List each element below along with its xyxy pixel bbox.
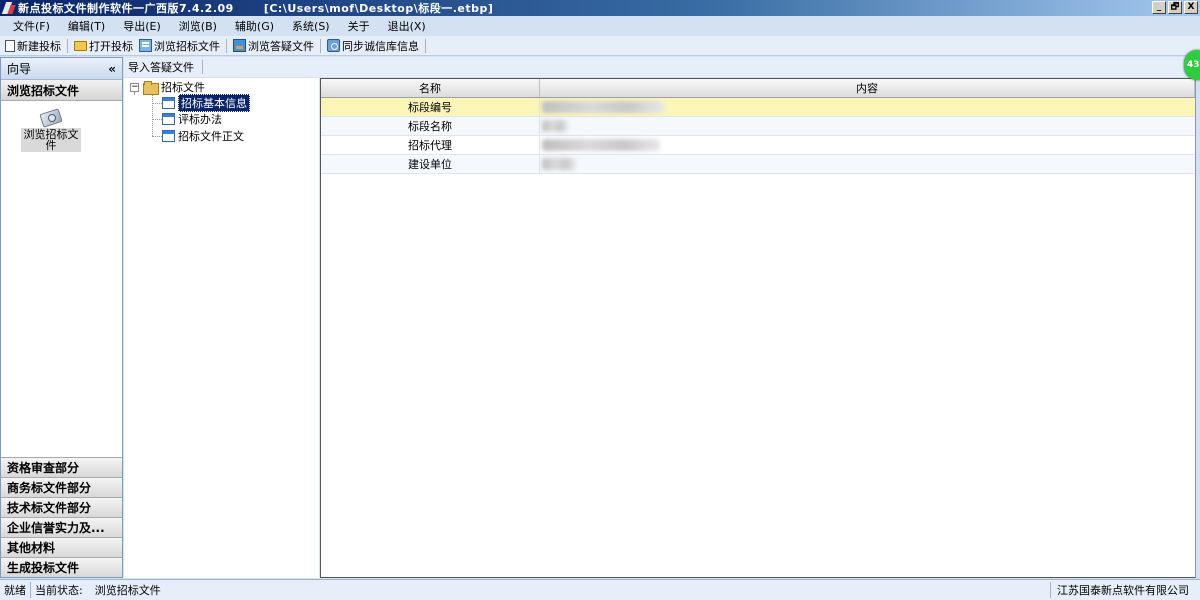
- toolbar-separator: [67, 38, 68, 53]
- row-content-cell[interactable]: [540, 155, 1195, 173]
- row-content-cell[interactable]: [540, 136, 1195, 154]
- window-file-path: [C:\Users\mof\Desktop\标段一.etbp]: [263, 2, 494, 15]
- browse-tender-tile-label: 浏览招标文件: [21, 128, 81, 152]
- new-bid-label: 新建投标: [17, 39, 61, 53]
- window-title: 新点投标文件制作软件一广西版7.4.2.09: [18, 2, 234, 15]
- sync-credit-label: 同步诚信库信息: [342, 39, 419, 53]
- table-row[interactable]: 建设单位: [321, 155, 1195, 174]
- title-bar: 新点投标文件制作软件一广西版7.4.2.09 [C:\Users\mof\Des…: [0, 0, 1200, 16]
- status-current-value: 浏览招标文件: [94, 584, 161, 597]
- menu-exit[interactable]: 退出(X): [379, 18, 435, 34]
- grid-header: 名称 内容: [321, 79, 1195, 98]
- menu-file[interactable]: 文件(F): [4, 18, 59, 34]
- document-icon: [162, 113, 175, 125]
- floating-badge[interactable]: 43: [1184, 50, 1200, 80]
- tree-node-root[interactable]: − 招标文件: [130, 79, 205, 95]
- column-header-content[interactable]: 内容: [540, 79, 1195, 97]
- menu-bar: 文件(F) 编辑(T) 导出(E) 浏览(B) 辅助(G) 系统(S) 关于 退…: [0, 16, 1200, 36]
- tree-line: [152, 119, 162, 120]
- sub-toolbar: 导入答疑文件: [124, 57, 1190, 77]
- row-content-cell[interactable]: [540, 117, 1195, 135]
- tree-node-tender-body[interactable]: 招标文件正文: [162, 128, 244, 144]
- new-document-icon: [5, 39, 15, 52]
- row-name-cell: 建设单位: [321, 155, 540, 173]
- tree-line: [152, 103, 162, 104]
- status-company: 江苏国泰新点软件有限公司: [1050, 582, 1189, 598]
- menu-system[interactable]: 系统(S): [283, 18, 339, 34]
- document-icon: [162, 130, 175, 142]
- sidebar-section-browse-tender[interactable]: 浏览招标文件: [1, 80, 122, 101]
- tree-node-root-label: 招标文件: [161, 81, 205, 94]
- toolbar-separator: [320, 38, 321, 53]
- browse-tender-button[interactable]: 浏览招标文件: [136, 37, 223, 55]
- tree-line: [152, 136, 162, 137]
- column-header-name[interactable]: 名称: [321, 79, 540, 97]
- toolbar-separator: [202, 60, 203, 74]
- status-ready: 就绪: [0, 582, 31, 598]
- menu-assist[interactable]: 辅助(G): [226, 18, 283, 34]
- browse-qa-button[interactable]: 浏览答疑文件: [230, 37, 317, 55]
- browse-tender-label: 浏览招标文件: [154, 39, 220, 53]
- tree-node-label: 招标文件正文: [178, 130, 244, 143]
- qa-document-icon: [233, 39, 246, 52]
- window-controls: _ 🗗 X: [1152, 1, 1198, 14]
- sidebar-header: 向导 «: [1, 58, 122, 80]
- document-tree: − 招标文件 招标基本信息 评标办法 招标文件正文: [124, 78, 319, 578]
- document-edit-icon: [139, 39, 152, 52]
- new-bid-button[interactable]: 新建投标: [2, 37, 64, 55]
- status-bar: 就绪 当前状态: 浏览招标文件 江苏国泰新点软件有限公司: [0, 579, 1200, 600]
- redacted-value: [542, 139, 660, 151]
- sidebar-sections: 资格审查部分 商务标文件部分 技术标文件部分 企业信誉实力及... 其他材料 生…: [1, 457, 122, 577]
- sidebar-section-technical[interactable]: 技术标文件部分: [1, 497, 122, 517]
- collapse-node-button[interactable]: −: [130, 82, 139, 92]
- sidebar-section-other[interactable]: 其他材料: [1, 537, 122, 557]
- folder-icon: [143, 81, 159, 95]
- sync-icon: [327, 39, 340, 52]
- table-row[interactable]: 标段名称: [321, 117, 1195, 136]
- toolbar-separator: [425, 38, 426, 53]
- redacted-value: [542, 120, 568, 132]
- collapse-sidebar-button[interactable]: «: [108, 62, 116, 76]
- sidebar-section-qualification[interactable]: 资格审查部分: [1, 457, 122, 477]
- main-toolbar: 新建投标 打开投标 浏览招标文件 浏览答疑文件 同步诚信库信息: [0, 36, 1200, 56]
- browse-qa-label: 浏览答疑文件: [248, 39, 314, 53]
- restore-button[interactable]: 🗗: [1168, 1, 1182, 14]
- table-row[interactable]: 招标代理: [321, 136, 1195, 155]
- row-name-cell: 招标代理: [321, 136, 540, 154]
- info-grid: 名称 内容 标段编号 标段名称 招标代理 建设单位: [320, 78, 1196, 578]
- app-logo-icon: [2, 1, 16, 15]
- table-row[interactable]: 标段编号: [321, 98, 1195, 117]
- tender-file-icon: [40, 108, 62, 126]
- folder-open-icon: [74, 40, 87, 51]
- document-icon: [162, 97, 175, 109]
- redacted-value: [542, 101, 664, 113]
- minimize-button[interactable]: _: [1152, 1, 1166, 14]
- status-current-label: 当前状态:: [35, 584, 83, 597]
- wizard-sidebar: 向导 « 浏览招标文件 浏览招标文件 资格审查部分 商务标文件部分 技术标文件部…: [0, 57, 123, 578]
- tree-node-label: 评标办法: [178, 113, 222, 126]
- menu-edit[interactable]: 编辑(T): [59, 18, 114, 34]
- tree-node-evaluation-method[interactable]: 评标办法: [162, 111, 222, 127]
- browse-tender-tile[interactable]: 浏览招标文件: [21, 108, 81, 152]
- sidebar-section-generate[interactable]: 生成投标文件: [1, 557, 122, 577]
- menu-browse[interactable]: 浏览(B): [170, 18, 226, 34]
- close-button[interactable]: X: [1184, 1, 1198, 14]
- redacted-value: [542, 158, 576, 170]
- tree-node-basic-info[interactable]: 招标基本信息: [162, 94, 250, 112]
- sidebar-section-reputation[interactable]: 企业信誉实力及...: [1, 517, 122, 537]
- import-qa-button[interactable]: 导入答疑文件: [128, 59, 194, 75]
- tree-node-label: 招标基本信息: [178, 94, 250, 112]
- row-name-cell: 标段编号: [321, 98, 540, 116]
- sync-credit-button[interactable]: 同步诚信库信息: [324, 37, 422, 55]
- toolbar-separator: [226, 38, 227, 53]
- sidebar-title: 向导: [7, 62, 32, 76]
- menu-about[interactable]: 关于: [339, 18, 379, 34]
- open-bid-label: 打开投标: [89, 39, 133, 53]
- tree-line: [152, 94, 153, 136]
- open-bid-button[interactable]: 打开投标: [71, 37, 136, 55]
- row-name-cell: 标段名称: [321, 117, 540, 135]
- menu-export[interactable]: 导出(E): [114, 18, 170, 34]
- row-content-cell[interactable]: [540, 98, 1195, 116]
- sidebar-section-commercial[interactable]: 商务标文件部分: [1, 477, 122, 497]
